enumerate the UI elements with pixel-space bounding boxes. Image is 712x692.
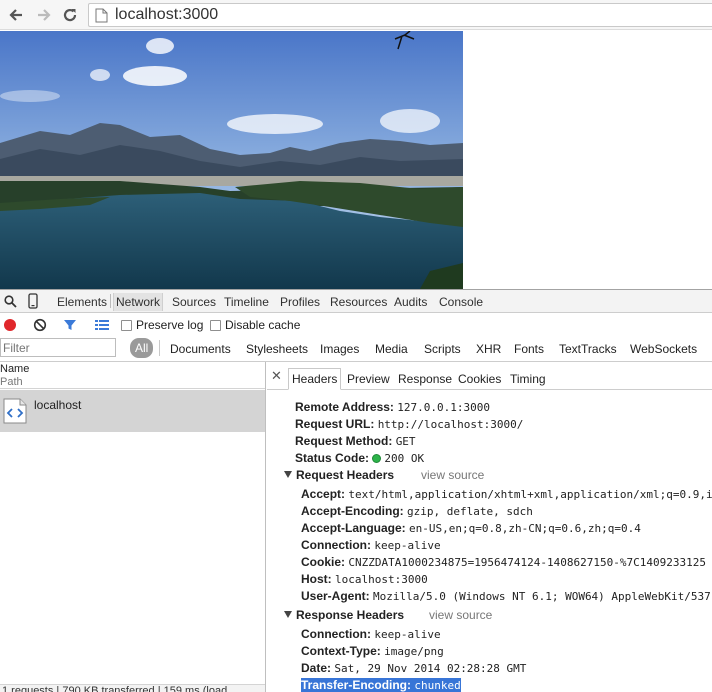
request-details: ✕ Headers Preview Response Cookies Timin… [267, 362, 712, 692]
filter-icon[interactable] [63, 318, 77, 332]
request-list: Name Path localhost 1 requests | 790 KB … [0, 362, 266, 692]
request-view-source-link[interactable]: view source [421, 468, 484, 482]
browser-toolbar: localhost:3000 [0, 0, 712, 30]
filter-stylesheets[interactable]: Stylesheets [246, 342, 308, 356]
devtools-panel: Elements Network Sources Timeline Profil… [0, 289, 712, 692]
tab-response[interactable]: Response [398, 372, 452, 386]
filter-scripts[interactable]: Scripts [424, 342, 461, 356]
details-tabbar: ✕ Headers Preview Response Cookies Timin… [267, 362, 712, 390]
tab-separator [110, 294, 111, 308]
request-name: localhost [34, 398, 82, 412]
disable-cache-label: Disable cache [225, 318, 301, 332]
status-ok-icon [372, 454, 382, 463]
tab-console[interactable]: Console [439, 294, 483, 310]
res-header-date: Date: Sat, 29 Nov 2014 02:28:28 GMT [301, 661, 527, 675]
close-icon[interactable]: ✕ [271, 368, 282, 384]
tab-timeline[interactable]: Timeline [224, 294, 269, 310]
view-list-icon[interactable] [94, 318, 110, 332]
response-view-source-link[interactable]: view source [429, 608, 492, 622]
general-remote-address: Remote Address: 127.0.0.1:3000 [295, 400, 490, 414]
tab-network[interactable]: Network [113, 293, 164, 311]
disable-cache-checkbox[interactable] [210, 320, 221, 331]
res-header-transfer-encoding: Transfer-Encoding: chunked [301, 678, 461, 692]
tab-elements[interactable]: Elements [57, 294, 107, 310]
request-list-header: Name Path [0, 362, 265, 389]
network-status-bar: 1 requests | 790 KB transferred | 159 ms… [0, 684, 265, 692]
filter-websockets[interactable]: WebSockets [630, 342, 697, 356]
filter-fonts[interactable]: Fonts [514, 342, 544, 356]
filter-bar: All Documents Stylesheets Images Media S… [0, 336, 712, 362]
tab-timing[interactable]: Timing [510, 372, 546, 386]
req-header-user-agent: User-Agent: Mozilla/5.0 (Windows NT 6.1;… [301, 589, 711, 603]
devtools-tabbar: Elements Network Sources Timeline Profil… [0, 290, 712, 313]
preserve-log-label: Preserve log [136, 318, 204, 332]
filter-xhr[interactable]: XHR [476, 342, 501, 356]
filter-documents[interactable]: Documents [170, 342, 231, 356]
tab-sources[interactable]: Sources [172, 294, 216, 310]
filter-input[interactable] [0, 338, 116, 357]
page-viewport [0, 31, 712, 289]
address-bar[interactable]: localhost:3000 [88, 3, 712, 27]
reload-button[interactable] [59, 4, 81, 26]
req-header-host: Host: localhost:3000 [301, 572, 428, 586]
forward-button[interactable] [32, 4, 54, 26]
request-row[interactable]: localhost [0, 390, 265, 432]
req-header-accept-encoding: Accept-Encoding: gzip, deflate, sdch [301, 504, 533, 518]
browser-window: localhost:3000 Elements Network Sources … [0, 0, 712, 692]
landscape-photo [0, 31, 463, 289]
request-headers-section[interactable]: Request Headers [284, 468, 394, 482]
req-header-connection: Connection: keep-alive [301, 538, 441, 552]
tab-headers[interactable]: Headers [288, 368, 342, 390]
req-header-accept-language: Accept-Language: en-US,en;q=0.8,zh-CN;q=… [301, 521, 641, 535]
req-header-accept: Accept: text/html,application/xhtml+xml,… [301, 487, 712, 501]
response-headers-section[interactable]: Response Headers [284, 608, 404, 622]
tab-preview[interactable]: Preview [347, 372, 390, 386]
url-text: localhost:3000 [115, 6, 219, 23]
search-icon[interactable] [4, 295, 17, 308]
filter-texttracks[interactable]: TextTracks [559, 342, 617, 356]
general-request-url: Request URL: http://localhost:3000/ [295, 417, 524, 431]
filter-media[interactable]: Media [375, 342, 408, 356]
reload-icon [63, 8, 77, 22]
res-header-connection: Connection: keep-alive [301, 627, 441, 641]
col-name-header[interactable]: Name [0, 363, 29, 375]
tab-audits[interactable]: Audits [394, 294, 427, 310]
filter-images[interactable]: Images [320, 342, 359, 356]
tab-cookies[interactable]: Cookies [458, 372, 501, 386]
expand-triangle-icon [284, 471, 292, 478]
filter-all[interactable]: All [130, 338, 154, 358]
back-arrow-icon [9, 9, 22, 21]
html-document-icon [3, 398, 27, 424]
page-icon [95, 8, 108, 23]
col-path-header: Path [0, 376, 23, 388]
back-button[interactable] [6, 4, 28, 26]
filter-separator [159, 340, 160, 356]
general-status-code: Status Code: 200 OK [295, 451, 425, 465]
record-icon[interactable] [3, 318, 17, 332]
device-mode-icon[interactable] [28, 293, 38, 309]
general-request-method: Request Method: GET [295, 434, 416, 448]
tab-resources[interactable]: Resources [330, 294, 387, 310]
preserve-log-checkbox[interactable] [121, 320, 132, 331]
forward-arrow-icon [38, 9, 51, 21]
network-toolbar: Preserve log Disable cache [0, 314, 712, 336]
expand-triangle-icon [284, 611, 292, 618]
res-header-context-type: Context-Type: image/png [301, 644, 444, 658]
clear-icon[interactable] [33, 318, 47, 332]
req-header-cookie: Cookie: CNZZDATA1000234875=1956474124-14… [301, 555, 706, 569]
tab-profiles[interactable]: Profiles [280, 294, 320, 310]
